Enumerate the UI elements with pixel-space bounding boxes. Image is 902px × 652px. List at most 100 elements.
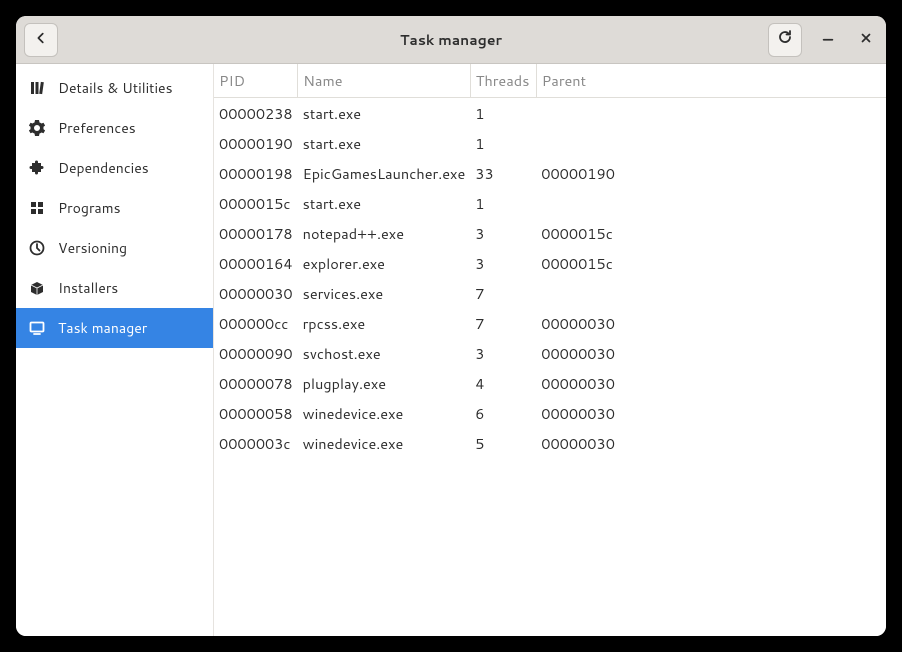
cell-pid: 0000003c: [214, 428, 298, 458]
sidebar-item-label: Dependencies: [58, 158, 149, 178]
sidebar-item-details-utilities[interactable]: Details & Utilities: [16, 68, 213, 108]
cell-parent: [536, 128, 886, 158]
cell-name: start.exe: [298, 188, 471, 218]
cell-pid: 00000058: [214, 398, 298, 428]
column-header-parent[interactable]: Parent: [536, 64, 886, 98]
sidebar-item-task-manager[interactable]: Task manager: [16, 308, 213, 348]
sidebar-item-label: Versioning: [58, 238, 127, 258]
sidebar-item-label: Programs: [58, 198, 121, 218]
sidebar-item-label: Installers: [58, 278, 118, 298]
chevron-left-icon: [34, 28, 48, 51]
table-row[interactable]: 00000238start.exe1: [214, 98, 886, 129]
sidebar-item-label: Task manager: [58, 318, 147, 338]
cell-parent: [536, 278, 886, 308]
process-table: PID Name Threads Parent 00000238start.ex…: [214, 64, 886, 458]
table-header-row: PID Name Threads Parent: [214, 64, 886, 98]
minimize-icon: [821, 28, 835, 51]
cell-threads: 7: [470, 308, 536, 338]
column-header-threads[interactable]: Threads: [470, 64, 536, 98]
cell-pid: 00000090: [214, 338, 298, 368]
table-row[interactable]: 00000198EpicGamesLauncher.exe3300000190: [214, 158, 886, 188]
sidebar-item-versioning[interactable]: Versioning: [16, 228, 213, 268]
sidebar: Details & Utilities Preferences Dependenci…: [16, 64, 214, 636]
table-row[interactable]: 00000090svchost.exe300000030: [214, 338, 886, 368]
minimize-button[interactable]: [816, 28, 840, 52]
cell-pid: 00000190: [214, 128, 298, 158]
cell-threads: 3: [470, 338, 536, 368]
cell-threads: 1: [470, 98, 536, 129]
cell-name: svchost.exe: [298, 338, 471, 368]
table-row[interactable]: 0000003cwinedevice.exe500000030: [214, 428, 886, 458]
cell-threads: 5: [470, 428, 536, 458]
window-title: Task manager: [16, 30, 886, 50]
cell-pid: 00000078: [214, 368, 298, 398]
cell-name: services.exe: [298, 278, 471, 308]
cell-parent: 00000030: [536, 368, 886, 398]
cell-parent: 00000030: [536, 428, 886, 458]
sidebar-item-label: Details & Utilities: [58, 78, 173, 98]
refresh-button[interactable]: [768, 23, 802, 57]
cell-threads: 1: [470, 128, 536, 158]
cell-parent: [536, 188, 886, 218]
sidebar-item-label: Preferences: [58, 118, 136, 138]
refresh-icon: [777, 28, 793, 51]
cell-threads: 4: [470, 368, 536, 398]
cell-pid: 0000015c: [214, 188, 298, 218]
cell-pid: 00000238: [214, 98, 298, 129]
cell-threads: 6: [470, 398, 536, 428]
sidebar-item-preferences[interactable]: Preferences: [16, 108, 213, 148]
table-row[interactable]: 00000178notepad++.exe30000015c: [214, 218, 886, 248]
cell-threads: 33: [470, 158, 536, 188]
table-row[interactable]: 00000030services.exe7: [214, 278, 886, 308]
monitor-icon: [28, 319, 46, 337]
gear-icon: [28, 119, 46, 137]
cell-parent: 00000030: [536, 338, 886, 368]
sidebar-item-installers[interactable]: Installers: [16, 268, 213, 308]
app-window: Task manager Details & Utilities Preferen…: [16, 16, 886, 636]
column-header-pid[interactable]: PID: [214, 64, 298, 98]
cell-pid: 00000030: [214, 278, 298, 308]
cell-parent: 0000015c: [536, 218, 886, 248]
sidebar-item-dependencies[interactable]: Dependencies: [16, 148, 213, 188]
cell-name: explorer.exe: [298, 248, 471, 278]
cell-pid: 00000198: [214, 158, 298, 188]
table-row[interactable]: 00000190start.exe1: [214, 128, 886, 158]
table-row[interactable]: 000000ccrpcss.exe700000030: [214, 308, 886, 338]
cell-threads: 7: [470, 278, 536, 308]
close-icon: [859, 28, 873, 51]
close-button[interactable]: [854, 28, 878, 52]
cell-threads: 3: [470, 248, 536, 278]
cell-name: start.exe: [298, 98, 471, 129]
cell-name: winedevice.exe: [298, 398, 471, 428]
cell-name: winedevice.exe: [298, 428, 471, 458]
cell-threads: 3: [470, 218, 536, 248]
cell-threads: 1: [470, 188, 536, 218]
package-icon: [28, 279, 46, 297]
clock-icon: [28, 239, 46, 257]
cell-pid: 00000178: [214, 218, 298, 248]
sidebar-item-programs[interactable]: Programs: [16, 188, 213, 228]
cell-name: rpcss.exe: [298, 308, 471, 338]
cell-parent: 00000030: [536, 308, 886, 338]
table-row[interactable]: 00000058winedevice.exe600000030: [214, 398, 886, 428]
cell-name: EpicGamesLauncher.exe: [298, 158, 471, 188]
cell-pid: 000000cc: [214, 308, 298, 338]
grid-icon: [28, 199, 46, 217]
cell-pid: 00000164: [214, 248, 298, 278]
puzzle-icon: [28, 159, 46, 177]
column-header-name[interactable]: Name: [298, 64, 471, 98]
cell-parent: 0000015c: [536, 248, 886, 278]
table-row[interactable]: 00000078plugplay.exe400000030: [214, 368, 886, 398]
cell-parent: 00000030: [536, 398, 886, 428]
table-row[interactable]: 00000164explorer.exe30000015c: [214, 248, 886, 278]
main-panel: PID Name Threads Parent 00000238start.ex…: [214, 64, 886, 636]
cell-name: start.exe: [298, 128, 471, 158]
details-icon: [28, 79, 46, 97]
cell-name: plugplay.exe: [298, 368, 471, 398]
content-area: Details & Utilities Preferences Dependenci…: [16, 64, 886, 636]
cell-parent: [536, 98, 886, 129]
titlebar: Task manager: [16, 16, 886, 64]
table-row[interactable]: 0000015cstart.exe1: [214, 188, 886, 218]
cell-parent: 00000190: [536, 158, 886, 188]
back-button[interactable]: [24, 23, 58, 57]
